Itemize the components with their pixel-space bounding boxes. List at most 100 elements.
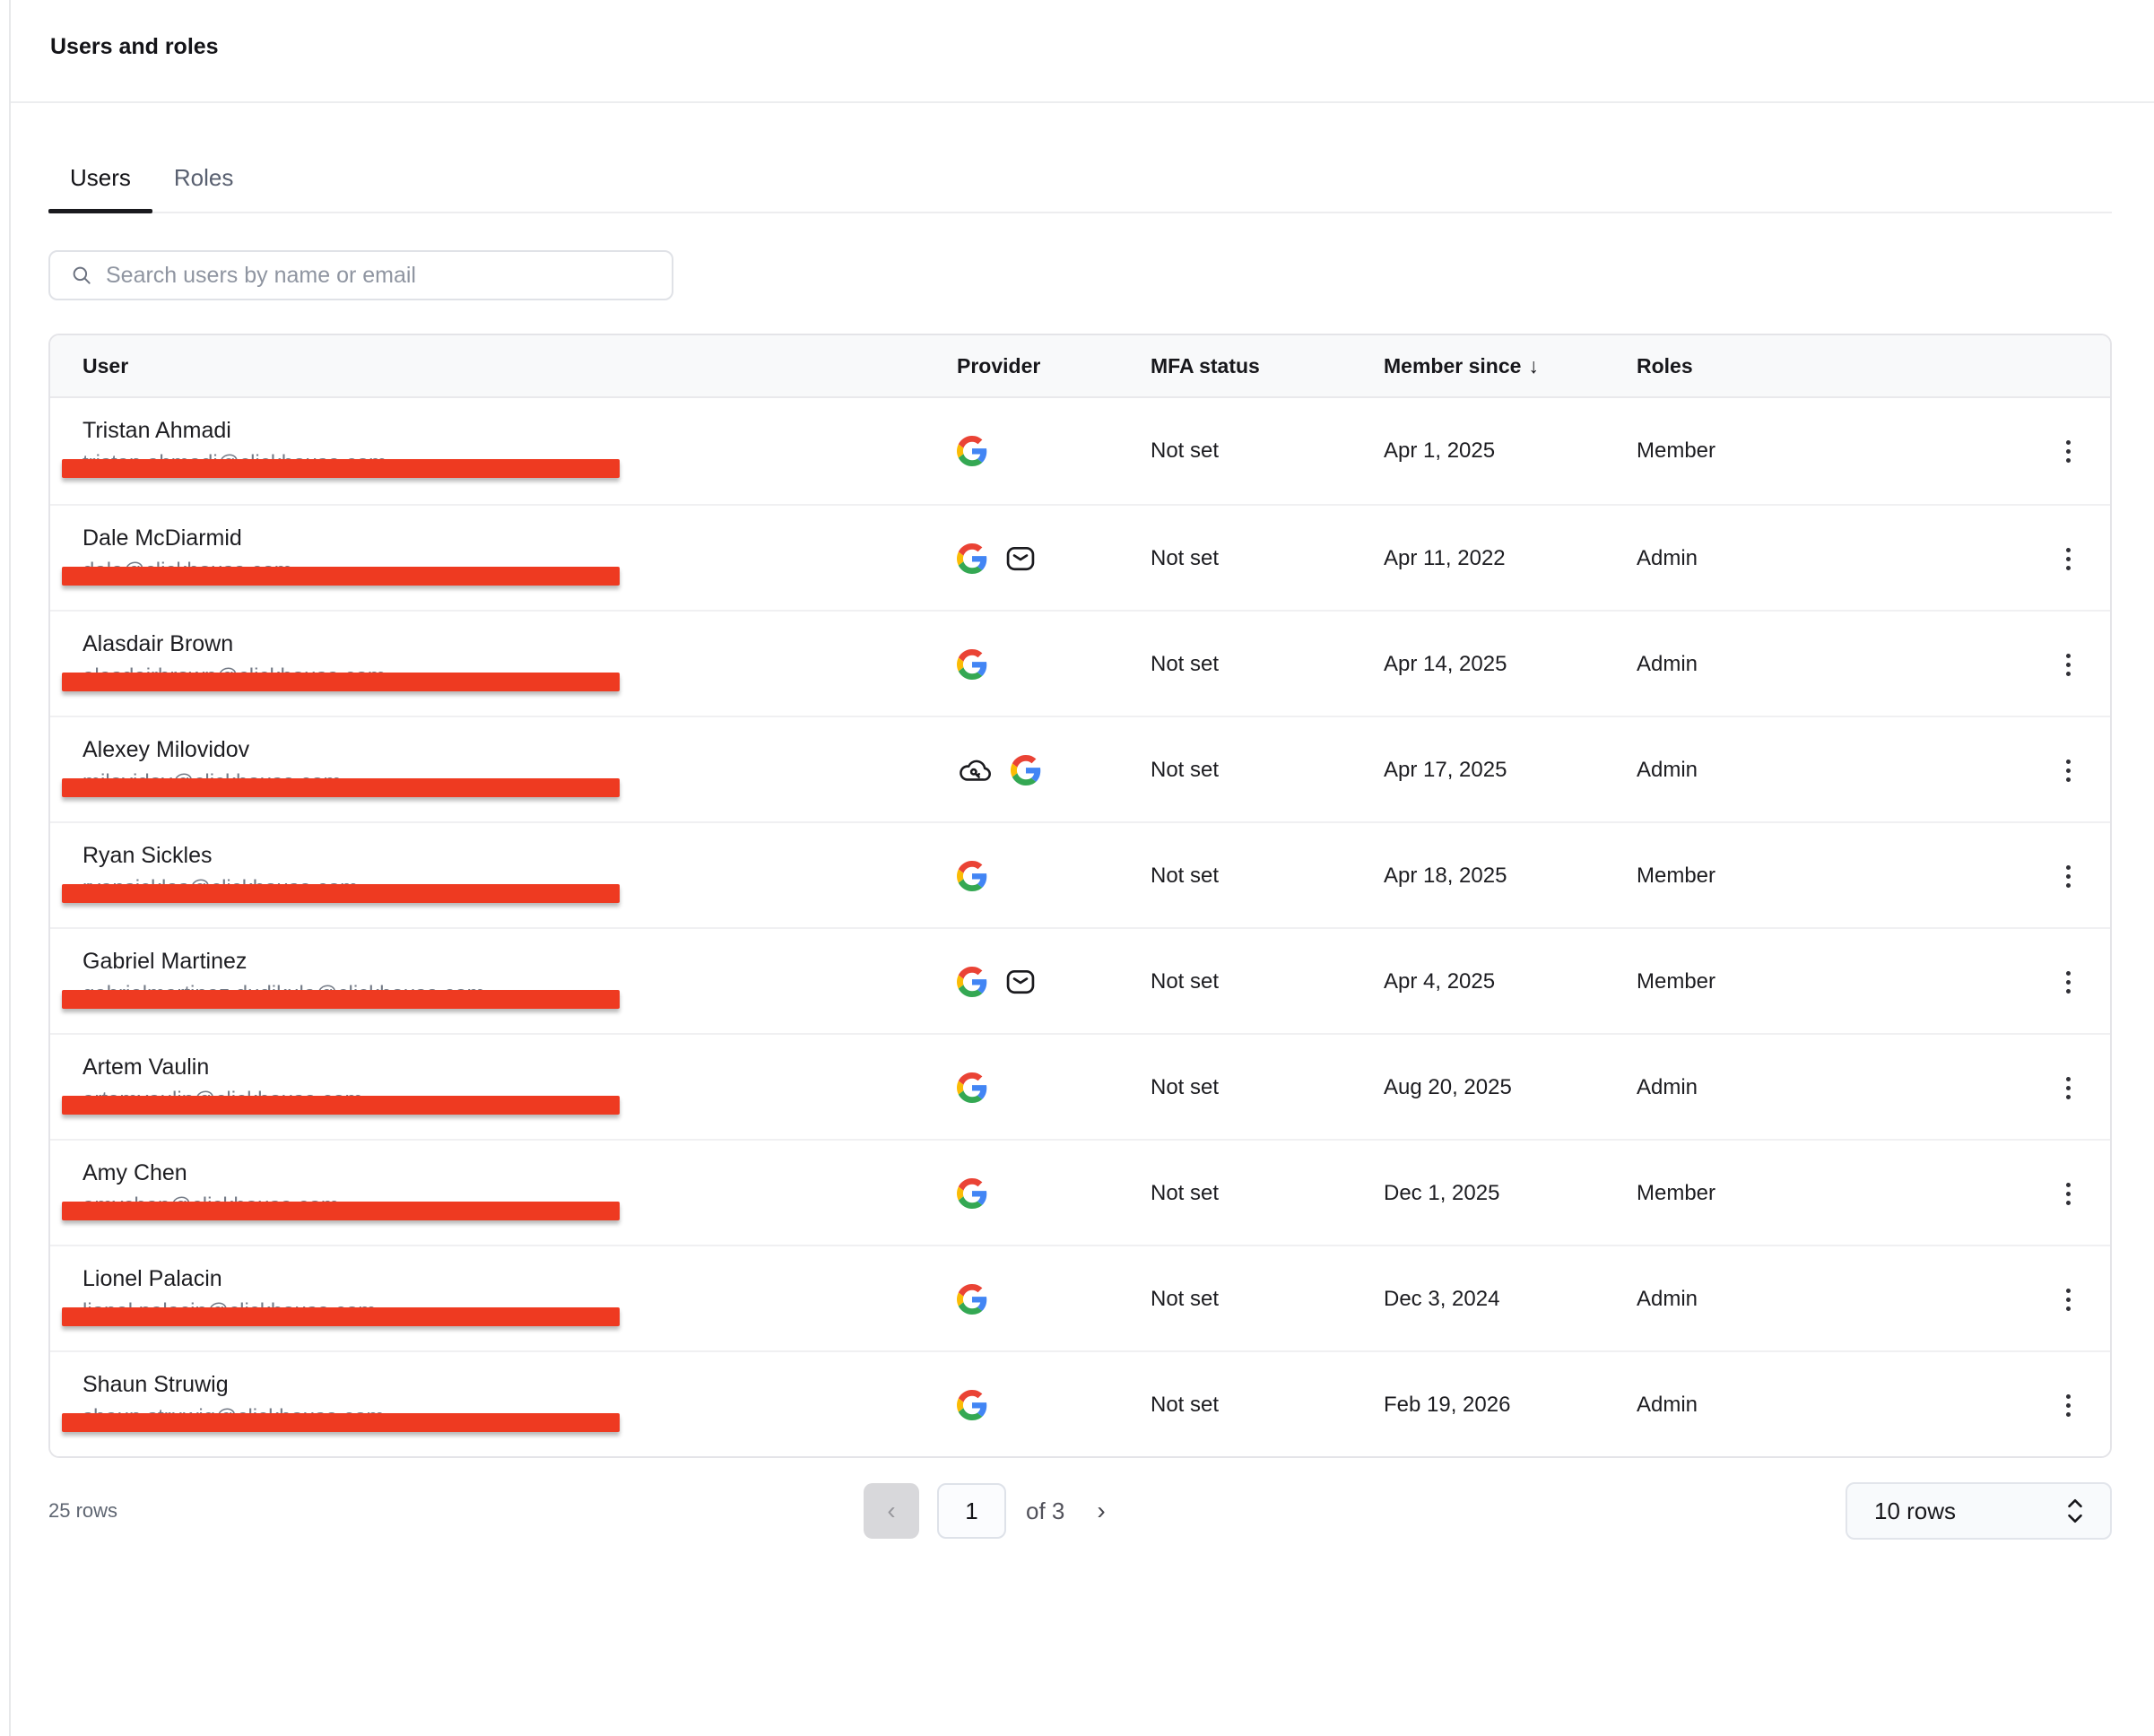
tab-roles[interactable]: Roles <box>152 143 255 212</box>
user-name: Alexey Milovidov <box>83 737 250 762</box>
table-row: Alexey Milovidov milovidov@clickhouse.co… <box>50 716 2110 821</box>
user-cell: Shaun Struwig shaun.struwig@clickhouse.c… <box>50 1352 957 1456</box>
user-name: Alasdair Brown <box>83 631 234 656</box>
provider-icons <box>957 1390 1151 1420</box>
email-redaction-bar <box>62 567 620 586</box>
user-role: Admin <box>1637 652 1698 676</box>
member-since: Apr 14, 2025 <box>1384 652 1507 676</box>
email-redaction-bar <box>62 1096 620 1115</box>
user-role: Member <box>1637 969 1716 994</box>
table-row: Lionel Palacin lionel.palacin@clickhouse… <box>50 1245 2110 1350</box>
page-title: Users and roles <box>50 34 219 59</box>
table-row: Amy Chen amychen@clickhouse.com Not set … <box>50 1139 2110 1245</box>
provider-icons <box>957 965 1151 999</box>
envelope-icon <box>1006 969 1035 994</box>
email-redaction-bar <box>62 1202 620 1220</box>
row-actions-kebab-button[interactable] <box>2055 1068 2081 1108</box>
member-since: Aug 20, 2025 <box>1384 1075 1512 1099</box>
chevron-right-icon: › <box>1097 1497 1106 1524</box>
user-name: Gabriel Martinez <box>83 949 248 974</box>
tab-users[interactable]: Users <box>48 143 152 213</box>
mfa-status: Not set <box>1151 758 1220 782</box>
row-actions-kebab-button[interactable] <box>2055 1174 2081 1214</box>
google-icon <box>957 861 987 891</box>
column-header-member-since[interactable]: Member since ↓ <box>1384 354 1637 378</box>
user-name: Artem Vaulin <box>83 1055 210 1080</box>
user-cell: Amy Chen amychen@clickhouse.com <box>50 1141 957 1246</box>
member-since: Dec 1, 2025 <box>1384 1181 1500 1205</box>
tab-roles-label: Roles <box>173 163 234 191</box>
provider-icons <box>957 753 1151 787</box>
row-actions-kebab-button[interactable] <box>2055 1280 2081 1320</box>
user-cell: Alasdair Brown alasdairbrown@clickhouse.… <box>50 612 957 717</box>
users-and-roles-page: Users and roles Users Roles User Provide… <box>0 0 2154 1736</box>
user-name: Lionel Palacin <box>83 1266 222 1291</box>
column-header-roles: Roles <box>1637 353 1693 378</box>
user-role: Admin <box>1637 1287 1698 1311</box>
mfa-status: Not set <box>1151 546 1220 570</box>
user-cell: Dale McDiarmid dale@clickhouse.com <box>50 506 957 612</box>
google-icon <box>1011 755 1041 786</box>
title-bar: Users and roles <box>11 0 2154 103</box>
pagination: ‹ 1 of 3 › <box>864 1483 1115 1539</box>
user-role: Member <box>1637 1181 1716 1205</box>
user-cell: Alexey Milovidov milovidov@clickhouse.co… <box>50 717 957 823</box>
google-icon <box>957 436 987 466</box>
current-page-number: 1 <box>965 1497 978 1524</box>
user-role: Admin <box>1637 758 1698 782</box>
previous-page-button[interactable]: ‹ <box>864 1483 919 1539</box>
email-redaction-bar <box>62 673 620 691</box>
provider-icons <box>957 649 1151 680</box>
search-input[interactable] <box>106 262 657 289</box>
row-actions-kebab-button[interactable] <box>2055 856 2081 897</box>
user-name: Ryan Sickles <box>83 843 213 868</box>
email-redaction-bar <box>62 990 620 1009</box>
cloud-key-icon <box>960 760 991 781</box>
mfa-status: Not set <box>1151 1181 1220 1205</box>
current-page-box[interactable]: 1 <box>937 1483 1006 1539</box>
page-count-label: of 3 <box>1026 1497 1065 1524</box>
search-icon <box>70 264 93 287</box>
google-icon <box>957 1072 987 1103</box>
mfa-status: Not set <box>1151 969 1220 994</box>
user-name: Amy Chen <box>83 1160 187 1185</box>
user-role: Admin <box>1637 1075 1698 1099</box>
page-size-value: 10 rows <box>1874 1497 1957 1524</box>
mfa-status: Not set <box>1151 1075 1220 1099</box>
table-row: Artem Vaulin artemvaulin@clickhouse.com … <box>50 1033 2110 1139</box>
google-icon <box>957 543 987 574</box>
email-redaction-bar <box>62 1307 620 1326</box>
user-cell: Tristan Ahmadi tristan.ahmadi@clickhouse… <box>50 398 957 504</box>
select-updown-chevrons-icon <box>2063 1496 2087 1526</box>
mfa-status: Not set <box>1151 438 1220 463</box>
row-actions-kebab-button[interactable] <box>2055 751 2081 791</box>
next-page-button[interactable]: › <box>1088 1489 1114 1532</box>
tab-bar: Users Roles <box>48 143 2112 213</box>
chevron-left-icon: ‹ <box>887 1497 896 1524</box>
google-icon <box>957 1284 987 1315</box>
row-actions-kebab-button[interactable] <box>2055 1385 2081 1426</box>
provider-icons <box>957 1284 1151 1315</box>
user-cell: Ryan Sickles ryansickles@clickhouse.com <box>50 823 957 929</box>
google-icon <box>957 1178 987 1209</box>
google-icon <box>957 967 987 997</box>
user-role: Admin <box>1637 1393 1698 1417</box>
member-since: Apr 17, 2025 <box>1384 758 1507 782</box>
row-actions-kebab-button[interactable] <box>2055 539 2081 579</box>
left-panel-divider <box>9 0 11 1736</box>
mfa-status: Not set <box>1151 864 1220 888</box>
sort-descending-arrow-icon: ↓ <box>1528 353 1539 378</box>
user-role: Member <box>1637 438 1716 463</box>
email-redaction-bar <box>62 1413 620 1432</box>
page-size-select[interactable]: 10 rows <box>1846 1482 2112 1540</box>
user-search-box <box>48 250 673 300</box>
row-actions-kebab-button[interactable] <box>2055 962 2081 1003</box>
user-role: Member <box>1637 864 1716 888</box>
column-header-mfa-status: MFA status <box>1151 353 1260 378</box>
user-cell: Lionel Palacin lionel.palacin@clickhouse… <box>50 1246 957 1352</box>
users-table: User Provider MFA status Member since ↓ R… <box>48 334 2112 1458</box>
email-redaction-bar <box>62 459 620 478</box>
row-actions-kebab-button[interactable] <box>2055 645 2081 685</box>
row-actions-kebab-button[interactable] <box>2055 431 2081 472</box>
table-row: Tristan Ahmadi tristan.ahmadi@clickhouse… <box>50 398 2110 504</box>
